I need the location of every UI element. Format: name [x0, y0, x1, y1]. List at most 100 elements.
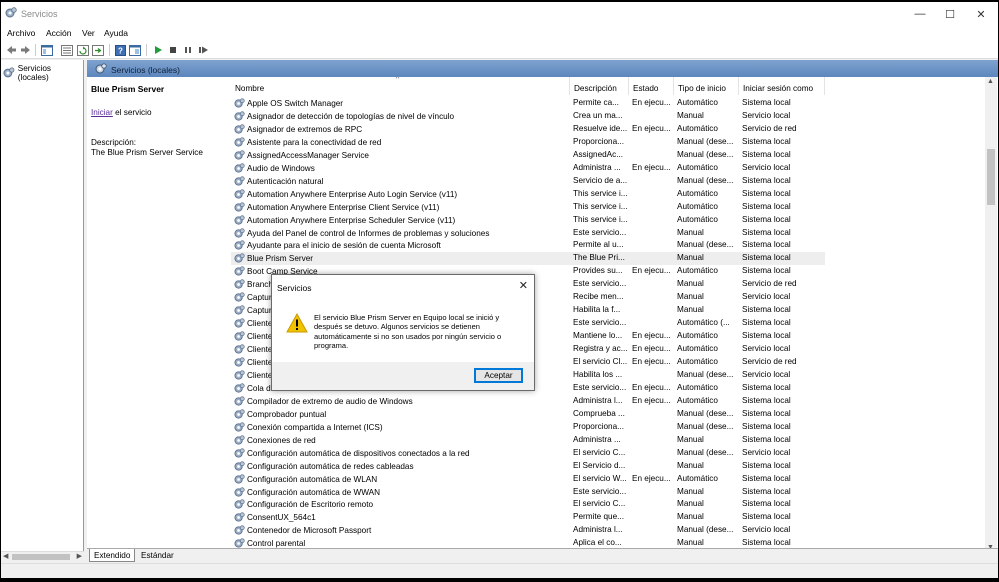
table-row[interactable]: Compilador de extremo de audio de Window…	[231, 395, 825, 408]
service-status: En ejecu...	[632, 98, 671, 107]
tree-item-servicios-locales[interactable]: Servicios (locales)	[3, 64, 83, 82]
service-logon-as: Sistema local	[742, 318, 791, 328]
scrollbar-thumb[interactable]	[987, 149, 995, 205]
menu-archivo[interactable]: Archivo	[7, 28, 35, 38]
service-gear-icon	[234, 370, 245, 380]
table-row[interactable]: Automation Anywhere Enterprise Client Se…	[231, 201, 825, 214]
restart-icon[interactable]	[197, 44, 209, 56]
column-header-tipo-inicio[interactable]: Tipo de inicio	[674, 77, 739, 95]
table-row[interactable]: Contenedor de Microsoft Passport Administ…	[231, 524, 825, 537]
table-vertical-scrollbar[interactable]: ▲ ▼	[985, 77, 997, 552]
table-row[interactable]: Ayuda del Panel de control de Informes d…	[231, 227, 825, 240]
table-row[interactable]: Configuración de Escritorio remoto El ser…	[231, 498, 825, 511]
table-row[interactable]: Blue Prism Server The Blue Pri... Manual Si…	[231, 252, 825, 266]
service-logon-as: Servicio local	[742, 110, 791, 120]
services-gear-icon	[3, 67, 15, 78]
menu-ayuda[interactable]: Ayuda	[104, 28, 128, 38]
service-name: Ayudante para el inicio de sesión de cue…	[247, 241, 441, 251]
table-row[interactable]: Conexión compartida a Internet (ICS) Prop…	[231, 421, 825, 434]
table-row[interactable]: Audio de Windows Administra ... En ejecu..…	[231, 162, 825, 175]
pause-icon[interactable]	[182, 44, 194, 56]
service-start-type: Automático	[677, 382, 718, 392]
service-logon-as: Sistema local	[742, 98, 791, 107]
stop-icon[interactable]	[167, 44, 179, 56]
table-row[interactable]: Configuración automática de redes cablea…	[231, 460, 825, 473]
minimize-button[interactable]: —	[905, 2, 935, 26]
title-bar: Servicios — ☐ ✕	[1, 2, 998, 26]
service-description: Proporciona...	[573, 136, 624, 146]
service-gear-icon	[234, 124, 245, 134]
services-app-icon	[5, 7, 17, 18]
dialog-close-icon[interactable]: ✕	[519, 279, 528, 292]
service-name: Asistente para la conectividad de red	[247, 137, 382, 147]
scroll-left-icon[interactable]: ◀	[3, 552, 8, 560]
service-name: Conexiones de red	[247, 435, 316, 445]
play-icon[interactable]	[152, 44, 164, 56]
table-row[interactable]: Ayudante para el inicio de sesión de cue…	[231, 239, 825, 252]
service-name-cell: Configuración de Escritorio remoto	[234, 499, 568, 510]
table-row[interactable]: Automation Anywhere Enterprise Scheduler…	[231, 214, 825, 227]
scroll-up-icon[interactable]: ▲	[987, 78, 994, 85]
table-row[interactable]: Configuración automática de dispositivos…	[231, 447, 825, 460]
tab-extendido[interactable]: Extendido	[89, 549, 136, 562]
export-icon[interactable]	[92, 44, 104, 56]
service-description: Administra l...	[573, 395, 623, 405]
service-description: Habilita los ...	[573, 369, 623, 379]
back-arrow-icon[interactable]	[5, 44, 17, 56]
service-description: El servicio W...	[573, 473, 627, 483]
refresh-icon[interactable]	[77, 44, 89, 56]
scrollbar-thumb[interactable]	[12, 554, 70, 560]
help-icon[interactable]: ?	[114, 44, 126, 56]
console-tree-icon[interactable]	[41, 44, 53, 56]
service-description: Resuelve ide...	[573, 123, 628, 133]
service-start-type: Manual	[677, 110, 704, 120]
start-service-link[interactable]: Iniciar	[91, 108, 113, 117]
column-header-descripcion[interactable]: Descripción	[570, 77, 629, 95]
forward-arrow-icon[interactable]	[19, 44, 31, 56]
close-button[interactable]: ✕	[966, 2, 996, 26]
table-row[interactable]: Comprobador puntual Comprueba ... Manual (…	[231, 408, 825, 421]
service-gear-icon	[234, 137, 245, 147]
tab-estandar[interactable]: Estándar	[137, 549, 178, 562]
service-name: Captur	[247, 293, 272, 303]
service-logon-as: Sistema local	[742, 214, 791, 224]
table-row[interactable]: ConsentUX_564c1 Permite que... Manual Siste…	[231, 511, 825, 524]
table-row[interactable]: Apple OS Switch Manager Permite ca... En e…	[231, 97, 825, 110]
mmc-view-icon[interactable]	[129, 44, 141, 56]
service-name: Cliente	[247, 345, 273, 355]
table-row[interactable]: Automation Anywhere Enterprise Auto Logi…	[231, 188, 825, 201]
table-row[interactable]: Conexiones de red Administra ... Manual Sis…	[231, 434, 825, 447]
ok-button[interactable]: Aceptar	[474, 368, 523, 383]
column-header-iniciar-sesion[interactable]: Iniciar sesión como	[739, 77, 825, 95]
service-description: Comprueba ...	[573, 408, 625, 418]
table-row[interactable]: Asistente para la conectividad de red Pro…	[231, 136, 825, 149]
menu-accion[interactable]: Acción	[46, 28, 72, 38]
service-logon-as: Sistema local	[742, 486, 791, 496]
column-header-nombre[interactable]: Nombre	[231, 77, 570, 95]
service-start-type: Automático	[677, 473, 718, 483]
service-name-cell: Configuración automática de WWAN	[234, 486, 568, 498]
tree-horizontal-scrollbar[interactable]: ◀ ▶	[1, 551, 84, 562]
window-title: Servicios	[21, 9, 58, 19]
table-row[interactable]: AssignedAccessManager Service AssignedAc.…	[231, 149, 825, 162]
table-row[interactable]: Autenticación natural Servicio de a... Man…	[231, 175, 825, 188]
service-name: Cliente	[247, 370, 273, 380]
column-header-estado[interactable]: Estado	[629, 77, 674, 95]
service-name: Automation Anywhere Enterprise Auto Logi…	[247, 189, 458, 199]
table-row[interactable]: Asignador de detección de topologías de …	[231, 110, 825, 123]
service-start-type: Manual	[677, 499, 704, 509]
maximize-button[interactable]: ☐	[935, 2, 965, 26]
service-description: Administra ...	[573, 162, 621, 172]
service-logon-as: Sistema local	[742, 421, 791, 431]
toolbar: ?	[1, 41, 998, 59]
service-logon-as: Sistema local	[742, 201, 791, 211]
table-row[interactable]: Configuración automática de WLAN El servi…	[231, 473, 825, 486]
service-name: Cliente	[247, 319, 273, 329]
service-name: Cliente	[247, 332, 273, 342]
scroll-right-icon[interactable]: ▶	[77, 552, 82, 560]
table-row[interactable]: Configuración automática de WWAN Este ser…	[231, 486, 825, 499]
service-name-cell: ConsentUX_564c1	[234, 512, 568, 523]
properties-list-icon[interactable]	[61, 44, 73, 56]
table-row[interactable]: Asignador de extremos de RPC Resuelve ide…	[231, 123, 825, 136]
menu-ver[interactable]: Ver	[82, 28, 95, 38]
